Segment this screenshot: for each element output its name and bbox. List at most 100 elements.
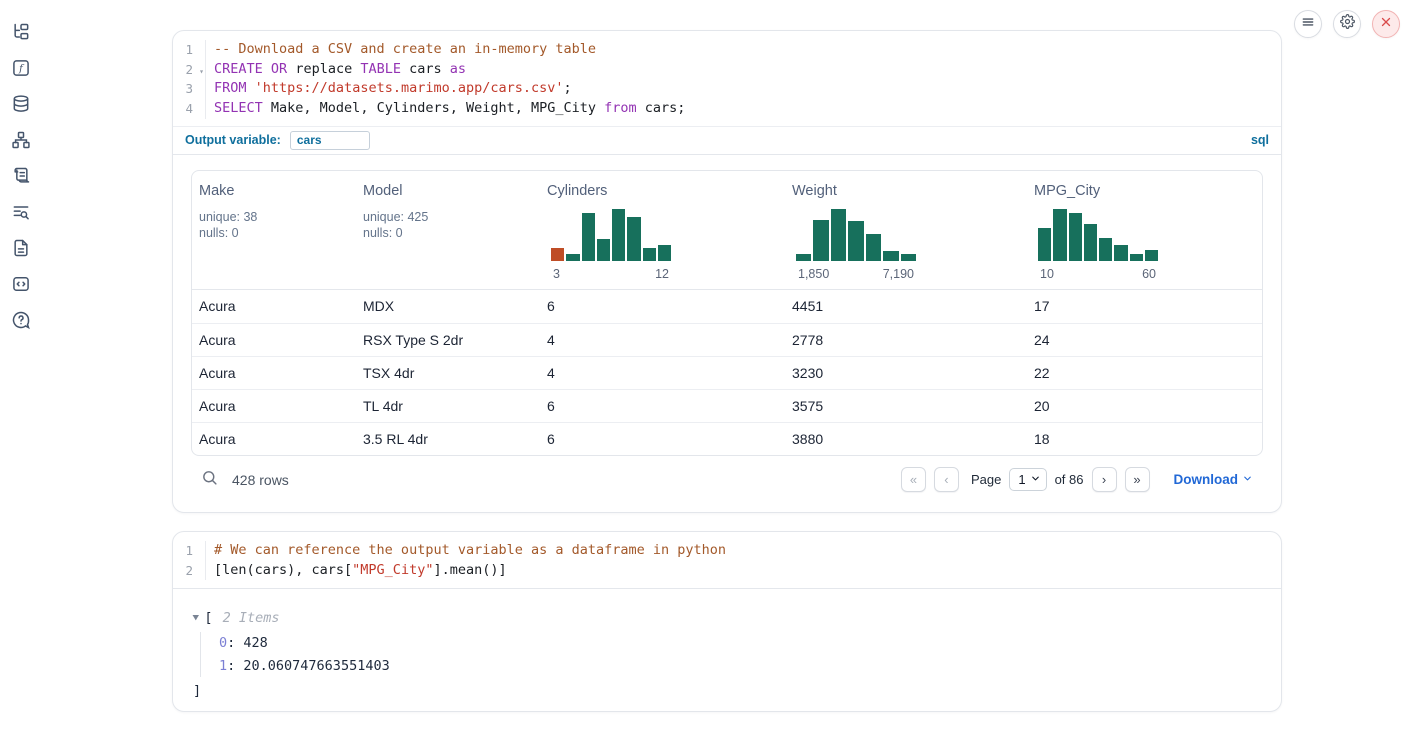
code-line[interactable]: 3FROM 'https://datasets.marimo.app/cars.… <box>173 79 1281 99</box>
tree-root[interactable]: ▼ [ 2 Items <box>193 610 1261 626</box>
row-count: 428 rows <box>232 472 289 488</box>
settings-button[interactable] <box>1333 10 1361 38</box>
column-header-model[interactable]: Model unique: 425nulls: 0 <box>356 183 540 281</box>
hamburger-icon <box>1301 15 1315 34</box>
page-select[interactable]: 1 <box>1009 468 1046 491</box>
page-select-value: 1 <box>1018 472 1025 487</box>
hist-bar <box>866 234 881 261</box>
bracket-close: ] <box>193 681 1261 701</box>
help-icon[interactable] <box>9 308 33 332</box>
column-stat-nulls: nulls: 0 <box>363 225 540 242</box>
next-page-button[interactable]: › <box>1092 467 1117 492</box>
column-name: Model <box>363 183 540 199</box>
prev-page-button[interactable]: ‹ <box>934 467 959 492</box>
column-histogram: 1,8507,190 <box>796 209 916 281</box>
hist-bar <box>796 254 811 261</box>
hist-bar <box>612 209 625 261</box>
logs-icon[interactable] <box>9 200 33 224</box>
dependency-graph-icon[interactable] <box>9 128 33 152</box>
code-text: SELECT Make, Model, Cylinders, Weight, M… <box>206 99 685 119</box>
result-table: Makeunique: 38nulls: 0 Model unique: 425nu… <box>191 170 1263 456</box>
last-page-button[interactable]: » <box>1125 467 1150 492</box>
column-histogram: 1060 <box>1038 209 1158 281</box>
table-row[interactable]: Acura3.5 RL 4dr6388018 <box>192 422 1262 455</box>
column-header-make[interactable]: Makeunique: 38nulls: 0 <box>192 183 356 281</box>
hist-bar <box>1114 245 1127 261</box>
table-cell: 2778 <box>785 332 1027 348</box>
hist-bar <box>831 209 846 261</box>
hist-bar <box>813 220 828 261</box>
code-text: FROM 'https://datasets.marimo.app/cars.c… <box>206 79 572 99</box>
table-cell: 3.5 RL 4dr <box>356 431 540 447</box>
column-name: Weight <box>792 183 1027 199</box>
menu-button[interactable] <box>1294 10 1322 38</box>
hist-bar <box>883 251 898 261</box>
table-cell: 6 <box>540 298 785 314</box>
documentation-icon[interactable] <box>9 236 33 260</box>
code-line[interactable]: 4SELECT Make, Model, Cylinders, Weight, … <box>173 99 1281 119</box>
tree-entry: 1: 20.060747663551403 <box>219 655 1261 678</box>
snippets-icon[interactable] <box>9 272 33 296</box>
hist-bar <box>848 221 863 261</box>
line-number: 3 <box>173 79 206 99</box>
table-cell: RSX Type S 2dr <box>356 332 540 348</box>
table-cell: Acura <box>192 332 356 348</box>
search-icon[interactable] <box>201 469 218 491</box>
download-button[interactable]: Download <box>1174 472 1254 487</box>
table-row[interactable]: AcuraRSX Type S 2dr4277824 <box>192 323 1262 356</box>
marimo-notebook-page: f <box>0 0 1408 729</box>
table-cell: 3230 <box>785 365 1027 381</box>
line-number: 2 <box>173 561 206 581</box>
code-line[interactable]: 2[len(cars), cars["MPG_City"].mean()] <box>173 561 1281 581</box>
column-histogram: 312 <box>551 209 671 281</box>
sql-code-editor[interactable]: 1-- Download a CSV and create an in-memo… <box>173 31 1281 126</box>
column-header-weight[interactable]: Weight 1,8507,190 <box>785 183 1027 281</box>
column-name: Make <box>199 183 356 199</box>
chevron-right-icon: › <box>1102 472 1106 487</box>
tree-entries: 0: 4281: 20.060747663551403 <box>200 632 1261 677</box>
hist-axis: 1,8507,190 <box>796 267 916 281</box>
table-row[interactable]: AcuraTL 4dr6357520 <box>192 389 1262 422</box>
pagination: « ‹ Page 1 of 86 › » Download <box>901 467 1253 492</box>
page-of-label: of 86 <box>1055 472 1084 487</box>
hist-bar <box>1053 209 1066 261</box>
svg-text:f: f <box>18 64 25 75</box>
variables-icon[interactable]: f <box>9 56 33 80</box>
code-text: # We can reference the output variable a… <box>206 541 726 561</box>
table-row[interactable]: AcuraTSX 4dr4323022 <box>192 356 1262 389</box>
datasources-icon[interactable] <box>9 92 33 116</box>
table-cell: MDX <box>356 298 540 314</box>
chevron-down-icon[interactable]: ▼ <box>192 613 199 623</box>
code-line[interactable]: 1-- Download a CSV and create an in-memo… <box>173 40 1281 60</box>
scratchpad-icon[interactable] <box>9 164 33 188</box>
file-explorer-icon[interactable] <box>9 20 33 44</box>
hist-bar <box>1099 238 1112 261</box>
hist-axis: 1060 <box>1038 267 1158 281</box>
hist-bar <box>566 254 579 261</box>
shutdown-button[interactable] <box>1372 10 1400 38</box>
table-cell: 17 <box>1027 298 1263 314</box>
python-code-editor[interactable]: 1# We can reference the output variable … <box>173 532 1281 589</box>
table-cell: 6 <box>540 398 785 414</box>
column-header-mpg_city[interactable]: MPG_City1060 <box>1027 183 1263 281</box>
hist-bar <box>1130 254 1143 261</box>
output-variable-input[interactable] <box>290 131 370 150</box>
language-badge[interactable]: sql <box>1251 133 1269 147</box>
code-line[interactable]: 1# We can reference the output variable … <box>173 541 1281 561</box>
column-stat-unique: unique: 425 <box>363 209 540 226</box>
table-cell: 18 <box>1027 431 1263 447</box>
first-page-button[interactable]: « <box>901 467 926 492</box>
table-cell: Acura <box>192 365 356 381</box>
table-row[interactable]: AcuraMDX6445117 <box>192 290 1262 323</box>
code-line[interactable]: 2▾CREATE OR replace TABLE cars as <box>173 60 1281 80</box>
column-name: Cylinders <box>547 183 785 199</box>
code-text: -- Download a CSV and create an in-memor… <box>206 40 596 60</box>
table-cell: 4 <box>540 332 785 348</box>
column-header-cylinders[interactable]: Cylinders 312 <box>540 183 785 281</box>
code-text: [len(cars), cars["MPG_City"].mean()] <box>206 561 507 581</box>
table-header: Makeunique: 38nulls: 0 Model unique: 425nu… <box>192 171 1262 290</box>
table-cell: TSX 4dr <box>356 365 540 381</box>
table-cell: 4451 <box>785 298 1027 314</box>
table-cell: TL 4dr <box>356 398 540 414</box>
hist-bar <box>627 217 640 261</box>
